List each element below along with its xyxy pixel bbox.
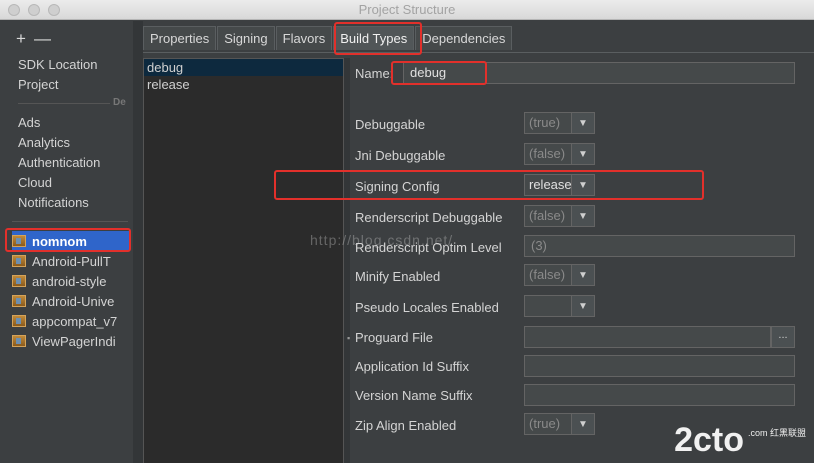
module-viewpagerindi[interactable]: ViewPagerIndi — [12, 331, 130, 351]
highlight-module-nomnom — [5, 228, 131, 252]
build-type-list: debug release — [143, 58, 344, 463]
chevron-down-icon: ▼ — [572, 205, 595, 227]
title-bar: Project Structure — [0, 0, 814, 20]
zip-align-enabled-dropdown[interactable]: (true) ▼ — [524, 413, 595, 435]
zip-align-enabled-value: (true) — [524, 413, 572, 435]
module-folder-icon — [12, 315, 26, 327]
jni-debuggable-value: (false) — [524, 143, 572, 165]
jni-debuggable-dropdown[interactable]: (false) ▼ — [524, 143, 595, 165]
highlight-name-field — [391, 61, 487, 85]
section-divider — [18, 103, 110, 104]
sidebar-item-authentication[interactable]: Authentication — [18, 155, 100, 170]
tab-properties[interactable]: Properties — [143, 26, 217, 50]
logo-main-text: 2cto — [674, 421, 744, 459]
debuggable-dropdown[interactable]: (true) ▼ — [524, 112, 595, 134]
module-label: appcompat_v7 — [32, 313, 118, 329]
module-android-unive[interactable]: Android-Unive — [12, 291, 130, 311]
add-remove-controls: +— — [16, 29, 59, 49]
debuggable-value: (true) — [524, 112, 572, 134]
highlight-build-types-tab — [334, 22, 422, 55]
panel-splitter[interactable] — [133, 21, 143, 463]
logo-sub-text: .com 红黑联盟 — [747, 428, 806, 438]
renderscript-debuggable-dropdown[interactable]: (false) ▼ — [524, 205, 595, 227]
module-folder-icon — [12, 295, 26, 307]
chevron-down-icon: ▼ — [572, 143, 595, 165]
renderscript-debuggable-value: (false) — [524, 205, 572, 227]
module-folder-icon — [12, 275, 26, 287]
tab-flavors[interactable]: Flavors — [275, 26, 333, 50]
watermark-url: http://blog.csdn.net/ — [310, 232, 454, 248]
module-label: Android-PullT — [32, 253, 111, 269]
pseudo-locales-enabled-value — [524, 295, 572, 317]
chevron-down-icon: ▼ — [572, 413, 595, 435]
build-type-debug[interactable]: debug — [144, 59, 343, 76]
tab-signing[interactable]: Signing — [217, 26, 275, 50]
proguard-file-field[interactable] — [524, 326, 771, 348]
expand-marker-icon: ▪ — [347, 333, 351, 343]
module-label: Android-Unive — [32, 293, 115, 309]
tab-dependencies[interactable]: Dependencies — [415, 26, 513, 50]
add-icon[interactable]: + — [16, 29, 34, 48]
highlight-signing-config — [274, 170, 704, 200]
site-logo: 2cto .com 红黑联盟 — [674, 423, 806, 457]
window-title: Project Structure — [358, 2, 456, 17]
list-splitter[interactable] — [344, 58, 350, 463]
pseudo-locales-enabled-dropdown[interactable]: ▼ — [524, 295, 595, 317]
tab-bar: Properties Signing Flavors Build Types D… — [143, 26, 513, 50]
sidebar-item-notifications[interactable]: Notifications — [18, 195, 89, 210]
browse-proguard-button[interactable]: ... — [771, 326, 795, 348]
application-id-suffix-label: Application Id Suffix — [355, 359, 469, 374]
debuggable-label: Debuggable — [355, 117, 426, 132]
developer-services-label: De — [113, 97, 126, 108]
minify-enabled-label: Minify Enabled — [355, 269, 441, 284]
minify-enabled-dropdown[interactable]: (false) ▼ — [524, 264, 595, 286]
sidebar-item-cloud[interactable]: Cloud — [18, 175, 52, 190]
module-android-style[interactable]: android-style — [12, 271, 130, 291]
version-name-suffix-label: Version Name Suffix — [355, 388, 473, 403]
module-folder-icon — [12, 255, 26, 267]
build-types-panel: debug release Name: debug Debuggable (tr… — [143, 52, 814, 463]
renderscript-optim-level-field[interactable]: (3) — [524, 235, 795, 257]
pseudo-locales-enabled-label: Pseudo Locales Enabled — [355, 300, 499, 315]
modules-divider — [12, 221, 128, 222]
remove-icon[interactable]: — — [34, 29, 59, 48]
module-folder-icon — [12, 335, 26, 347]
chevron-down-icon: ▼ — [572, 295, 595, 317]
build-type-release[interactable]: release — [144, 76, 343, 93]
module-label: android-style — [32, 273, 107, 289]
jni-debuggable-label: Jni Debuggable — [355, 148, 446, 163]
module-android-pullt[interactable]: Android-PullT — [12, 251, 130, 271]
application-id-suffix-field[interactable] — [524, 355, 795, 377]
sidebar-item-sdk-location[interactable]: SDK Location — [18, 57, 98, 72]
name-label: Name: — [355, 66, 394, 81]
renderscript-debuggable-label: Renderscript Debuggable — [355, 210, 503, 225]
module-appcompat[interactable]: appcompat_v7 — [12, 311, 130, 331]
minify-enabled-value: (false) — [524, 264, 572, 286]
chevron-down-icon: ▼ — [572, 112, 595, 134]
sidebar-item-analytics[interactable]: Analytics — [18, 135, 70, 150]
version-name-suffix-field[interactable] — [524, 384, 795, 406]
sidebar-item-ads[interactable]: Ads — [18, 115, 40, 130]
module-label: ViewPagerIndi — [32, 333, 116, 349]
chevron-down-icon: ▼ — [572, 264, 595, 286]
proguard-file-label: Proguard File — [355, 330, 434, 345]
zip-align-enabled-label: Zip Align Enabled — [355, 418, 457, 433]
sidebar-item-project[interactable]: Project — [18, 77, 58, 92]
